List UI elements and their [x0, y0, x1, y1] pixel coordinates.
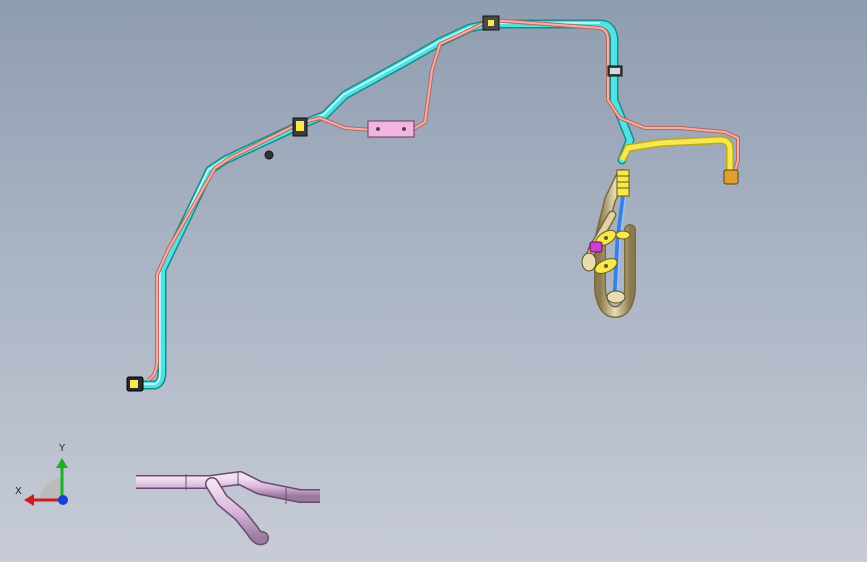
- z-axis-dot-icon: [58, 495, 68, 505]
- cad-viewport[interactable]: Y X: [0, 0, 867, 562]
- coordinate-triad: [24, 458, 68, 506]
- pink-tube[interactable]: [147, 18, 740, 382]
- magenta-fitting[interactable]: [589, 241, 603, 253]
- y-axis-arrow-icon: [56, 458, 68, 468]
- lavender-tube-preview[interactable]: [136, 471, 320, 546]
- x-axis-arrow-icon: [24, 494, 34, 506]
- y-axis-label: Y: [59, 443, 66, 454]
- x-axis-label: X: [15, 486, 22, 497]
- pipe-assembly-drawing[interactable]: [0, 0, 867, 562]
- tube-end-fitting-left[interactable]: [126, 376, 144, 392]
- harness-clip-top[interactable]: [482, 15, 500, 31]
- yellow-tube[interactable]: [618, 136, 739, 185]
- cyan-tube[interactable]: [135, 19, 635, 390]
- pink-bracket[interactable]: [367, 120, 415, 138]
- harness-clip-right[interactable]: [607, 65, 623, 77]
